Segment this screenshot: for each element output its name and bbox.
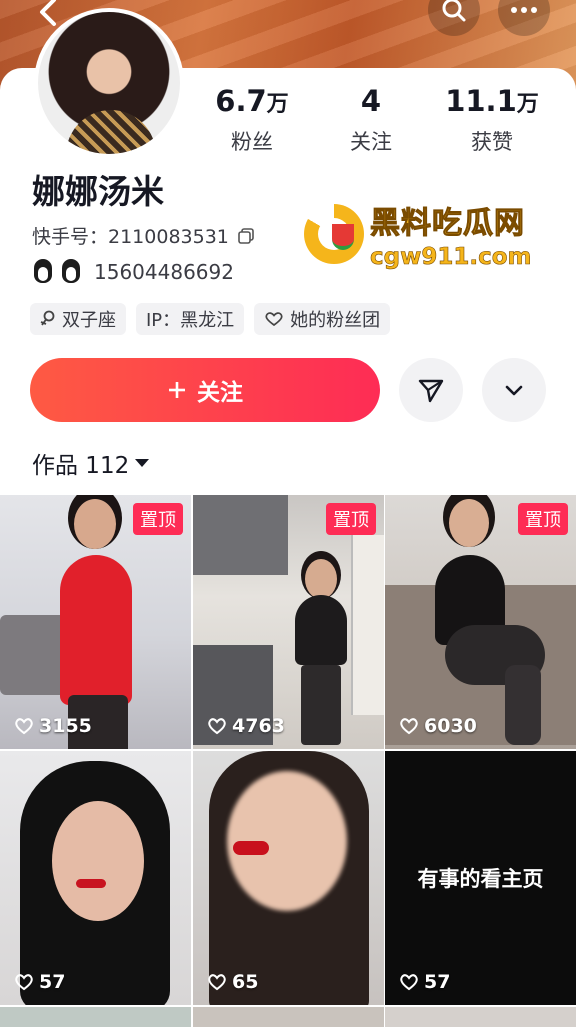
video-thumbnail[interactable]: 置顶 4763 bbox=[193, 495, 384, 749]
video-thumbnail[interactable]: 57 bbox=[0, 751, 191, 1005]
recommend-toggle-button[interactable] bbox=[482, 358, 546, 422]
kuaishou-id: 快手号：2110083531 bbox=[32, 226, 229, 248]
stat-following[interactable]: 4 关注 bbox=[311, 84, 431, 156]
tag-zodiac: 双子座 bbox=[30, 303, 126, 335]
like-count-value: 57 bbox=[424, 971, 451, 993]
tag-label: 她的粉丝团 bbox=[290, 310, 381, 331]
video-thumbnail[interactable]: 有事的看主页 57 bbox=[385, 751, 576, 1005]
more-dots-icon bbox=[511, 7, 537, 13]
like-count: 57 bbox=[399, 971, 450, 993]
like-count-value: 4763 bbox=[232, 715, 285, 737]
stat-value: 6.7 bbox=[215, 84, 267, 118]
stat-followers[interactable]: 6.7万 粉丝 bbox=[192, 84, 312, 156]
like-count-value: 6030 bbox=[424, 715, 477, 737]
stat-likes[interactable]: 11.1万 获赞 bbox=[432, 84, 552, 156]
watermark-name: 黑料吃瓜网 bbox=[370, 206, 525, 242]
penguin-icon bbox=[32, 259, 54, 285]
thumbnail-caption: 有事的看主页 bbox=[417, 867, 544, 891]
like-count-value: 57 bbox=[39, 971, 66, 993]
watermark-logo bbox=[304, 204, 364, 264]
penguin-icon bbox=[60, 259, 82, 285]
heart-outline-icon bbox=[400, 718, 418, 735]
pinned-badge: 置顶 bbox=[518, 503, 568, 535]
heart-outline-icon bbox=[15, 718, 33, 735]
follow-button[interactable]: 关注 bbox=[30, 358, 380, 422]
like-count: 57 bbox=[14, 971, 65, 993]
follow-label: 关注 bbox=[197, 380, 243, 406]
chevron-down-icon bbox=[505, 385, 523, 396]
caret-down-icon bbox=[135, 459, 150, 467]
watermark: 黑料吃瓜网 cgw911.com bbox=[304, 198, 532, 270]
like-count: 6030 bbox=[399, 715, 477, 737]
stat-label: 粉丝 bbox=[231, 130, 273, 154]
copy-icon[interactable] bbox=[237, 227, 255, 245]
kuaishou-id-row[interactable]: 快手号：2110083531 bbox=[32, 222, 255, 249]
pinned-badge: 置顶 bbox=[326, 503, 376, 535]
heart-outline-icon bbox=[400, 974, 418, 991]
heart-outline-icon bbox=[208, 718, 226, 735]
heart-outline-icon bbox=[208, 974, 226, 991]
stat-value: 11.1 bbox=[445, 84, 517, 118]
profile-tags: 双子座 IP：黑龙江 她的粉丝团 bbox=[30, 303, 391, 335]
like-count: 65 bbox=[207, 971, 258, 993]
tag-ip: IP：黑龙江 bbox=[136, 303, 245, 335]
video-thumbnail[interactable] bbox=[385, 1007, 576, 1027]
stat-unit: 万 bbox=[516, 92, 539, 117]
search-icon bbox=[442, 0, 466, 22]
like-count-value: 65 bbox=[232, 971, 259, 993]
stat-unit: 万 bbox=[266, 92, 289, 117]
stat-label: 获赞 bbox=[471, 130, 513, 154]
pinned-badge: 置顶 bbox=[133, 503, 183, 535]
like-count: 3155 bbox=[14, 715, 92, 737]
like-count: 4763 bbox=[207, 715, 285, 737]
like-count-value: 3155 bbox=[39, 715, 92, 737]
video-thumbnail[interactable] bbox=[193, 1007, 384, 1027]
share-button[interactable] bbox=[399, 358, 463, 422]
tag-fan-club[interactable]: 她的粉丝团 bbox=[254, 303, 391, 335]
tag-label: 双子座 bbox=[62, 310, 116, 331]
avatar[interactable] bbox=[34, 8, 184, 158]
profile-name: 娜娜汤米 bbox=[32, 172, 164, 211]
stat-value: 4 bbox=[360, 84, 382, 118]
works-label: 作品 112 bbox=[32, 453, 130, 479]
stat-label: 关注 bbox=[350, 130, 392, 154]
video-thumbnail[interactable]: 置顶 6030 bbox=[385, 495, 576, 749]
video-thumbnail[interactable]: 65 bbox=[193, 751, 384, 1005]
heart-outline-icon bbox=[265, 312, 283, 327]
video-thumbnail[interactable]: 置顶 3155 bbox=[0, 495, 191, 749]
female-icon bbox=[40, 310, 55, 326]
qq-number: 15604486692 bbox=[94, 260, 234, 284]
heart-outline-icon bbox=[15, 974, 33, 991]
video-thumbnail[interactable] bbox=[0, 1007, 191, 1027]
qq-row: 15604486692 bbox=[32, 259, 234, 285]
send-icon bbox=[418, 379, 444, 403]
watermark-url: cgw911.com bbox=[370, 244, 532, 271]
works-tab[interactable]: 作品 112 bbox=[32, 446, 150, 480]
plus-icon bbox=[169, 382, 185, 398]
tag-label: IP：黑龙江 bbox=[146, 310, 235, 331]
